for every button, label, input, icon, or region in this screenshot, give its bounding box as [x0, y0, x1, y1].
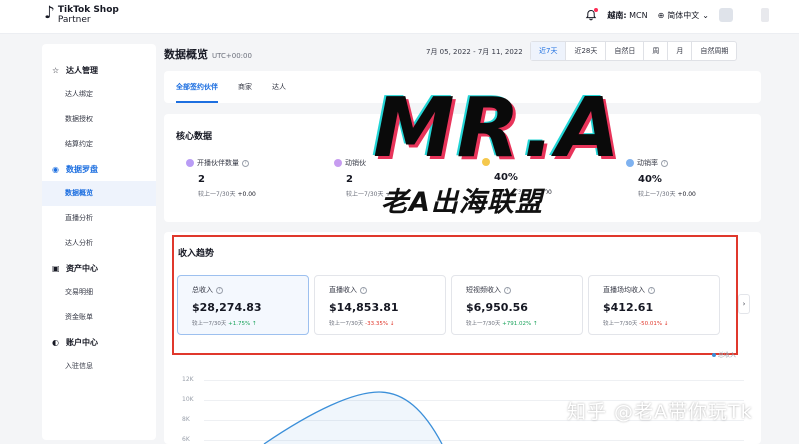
sidebar-item-overview[interactable]: 数据概览: [42, 181, 156, 206]
card-avg-live-revenue[interactable]: 直播场均收入? $412.61 较上一7/30天 -50.01% ↓: [588, 275, 720, 335]
chevron-down-icon: ⌄: [702, 10, 709, 20]
rate-icon: [626, 159, 634, 167]
card-total-revenue[interactable]: 总收入? $28,274.83 较上一7/30天 +1.75% ↑: [177, 275, 309, 335]
period-28d[interactable]: 近28天: [566, 42, 607, 60]
date-range-picker[interactable]: 7月 05, 2022 - 7月 11, 2022: [426, 47, 523, 57]
help-icon[interactable]: ?: [242, 159, 249, 167]
y-tick-6k: 6K: [182, 436, 190, 443]
partner-icon: [334, 159, 342, 167]
sidebar-section-creator[interactable]: ☆ 达人管理: [42, 58, 156, 82]
tab-creators[interactable]: 达人: [272, 71, 286, 103]
sidebar-item-auth[interactable]: 数据授权: [42, 107, 156, 132]
tab-all-partners[interactable]: 全部签约伙伴: [176, 71, 218, 103]
language-label: 简体中文: [667, 10, 700, 20]
period-day[interactable]: 自然日: [606, 42, 645, 60]
sidebar-item-creator-analysis[interactable]: 达人分析: [42, 231, 156, 256]
sidebar-item-onboarding[interactable]: 入驻信息: [42, 354, 156, 379]
period-tabs: 近7天 近28天 自然日 周 月 自然周期: [530, 41, 738, 61]
y-tick-12k: 12K: [182, 376, 194, 383]
period-7d[interactable]: 近7天: [531, 42, 567, 60]
period-natural[interactable]: 自然周期: [692, 42, 736, 60]
sidebar: ☆ 达人管理 达人绑定 数据授权 结算约定 ◉ 数据罗盘 数据概览 直播分析 达…: [42, 44, 156, 440]
scroll-right-button[interactable]: ›: [738, 294, 750, 314]
arrow-down-icon: ↓: [663, 321, 669, 327]
card-video-revenue[interactable]: 短视频收入? $6,950.56 较上一7/30天 +791.02% ↑: [451, 275, 583, 335]
sidebar-item-transactions[interactable]: 交易明细: [42, 280, 156, 305]
metric-live-partners: 开播伙伴数量? 2 较上一7/30天 +0.00: [186, 158, 306, 198]
period-month[interactable]: 月: [668, 42, 693, 60]
tiktok-shop-logo[interactable]: ♪ TikTok Shop Partner: [44, 3, 119, 26]
metric-sell-rate: 动销率? 40% 较上一7/30天 +0.00: [626, 158, 746, 198]
region-selector[interactable]: 越南: MCN: [607, 10, 647, 21]
revenue-cards: 总收入? $28,274.83 较上一7/30天 +1.75% ↑ 直播收入? …: [177, 275, 720, 335]
globe-icon: ⊕: [657, 10, 665, 20]
sidebar-section-account[interactable]: ◐ 账户中心: [42, 330, 156, 354]
compass-icon: ◉: [52, 164, 59, 174]
watermark-logo-text: MR.A: [373, 81, 622, 176]
help-icon[interactable]: ?: [504, 286, 511, 294]
brand-sub: Partner: [57, 15, 91, 25]
help-icon[interactable]: ?: [216, 286, 223, 294]
watermark-credit: 知乎 @老A带你玩Tk: [567, 401, 753, 423]
top-bar: ♪ TikTok Shop Partner 越南: MCN ⊕ 简体中文 ⌄: [0, 0, 799, 34]
arrow-down-icon: ↓: [389, 321, 395, 327]
arrow-up-icon: ↑: [532, 321, 538, 327]
star-icon: ☆: [52, 65, 60, 75]
sidebar-item-bind[interactable]: 达人绑定: [42, 82, 156, 107]
language-selector[interactable]: ⊕ 简体中文 ⌄: [658, 10, 709, 21]
core-data-title: 核心数据: [176, 132, 213, 142]
y-tick-10k: 10K: [182, 396, 194, 403]
sidebar-item-bills[interactable]: 资金账单: [42, 305, 156, 330]
help-icon[interactable]: ?: [661, 159, 668, 167]
tiktok-note-icon: ♪: [44, 3, 55, 23]
watermark-subtitle: 老A出海联盟: [381, 187, 543, 218]
avatar[interactable]: [719, 8, 733, 22]
user-icon: ◐: [52, 337, 59, 347]
notification-bell-icon[interactable]: [585, 8, 599, 21]
account-menu[interactable]: [761, 8, 769, 22]
arrow-up-icon: ↑: [251, 321, 257, 327]
legend-dot: [712, 353, 716, 357]
notification-dot: [594, 8, 599, 12]
tab-merchants[interactable]: 商家: [238, 71, 252, 103]
help-icon[interactable]: ?: [360, 286, 367, 294]
y-tick-8k: 8K: [182, 416, 190, 423]
chart-legend[interactable]: 总收入: [712, 350, 736, 359]
help-icon[interactable]: ?: [648, 286, 655, 294]
page-title: 数据概览 UTC+00:00: [164, 48, 252, 61]
period-week[interactable]: 周: [644, 42, 669, 60]
brand-name: TikTok Shop: [57, 5, 119, 15]
sidebar-item-live[interactable]: 直播分析: [42, 206, 156, 231]
partner-icon: [186, 159, 194, 167]
card-live-revenue[interactable]: 直播收入? $14,853.81 较上一7/30天 -33.35% ↓: [314, 275, 446, 335]
timezone-label: UTC+00:00: [212, 52, 252, 60]
wallet-icon: ▣: [52, 263, 60, 273]
sidebar-section-assets[interactable]: ▣ 资产中心: [42, 256, 156, 280]
sidebar-section-compass[interactable]: ◉ 数据罗盘: [42, 157, 156, 181]
sidebar-item-settlement[interactable]: 结算约定: [42, 132, 156, 157]
